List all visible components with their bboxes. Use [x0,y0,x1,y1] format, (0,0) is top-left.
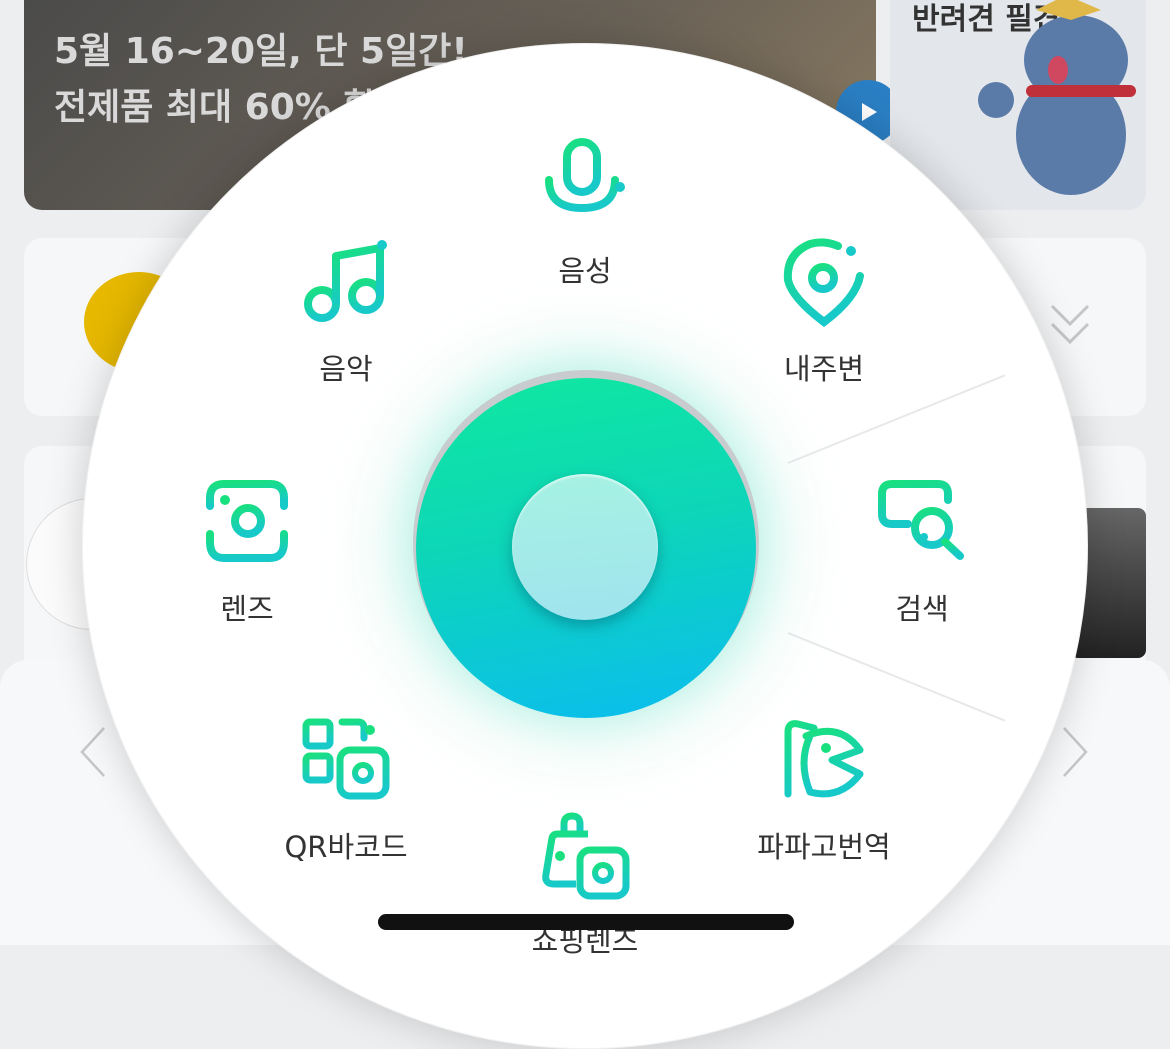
qr-code-icon [302,718,390,800]
home-indicator[interactable] [378,914,794,930]
search-image-icon [878,480,964,560]
dog-illustration [978,0,1136,195]
center-button[interactable] [512,474,658,620]
map-pin-icon [783,238,864,328]
dial-item-qr-label: QR바코드 [284,830,408,864]
dial-item-papago-label: 파파고번역 [757,830,891,864]
papago-icon [784,720,864,798]
chevron-down-icon[interactable] [1048,298,1092,352]
dial-item-music-label: 음악 [319,352,373,386]
dial-item-lens-label: 렌즈 [220,592,274,626]
music-note-icon [304,240,387,322]
shopping-bag-camera-icon [542,812,630,900]
microphone-icon [545,138,625,222]
camera-lens-icon [206,480,288,562]
banner-line1: 5월 16~20일, 단 5일간! [54,31,468,72]
chevron-right-icon[interactable] [1060,726,1090,778]
dial-item-nearby-label: 내주변 [783,352,865,386]
dial-item-search-label: 검색 [895,592,949,626]
dial-item-voice-label: 음성 [558,254,612,288]
chevron-left-icon[interactable] [78,726,108,778]
play-icon [862,103,877,121]
